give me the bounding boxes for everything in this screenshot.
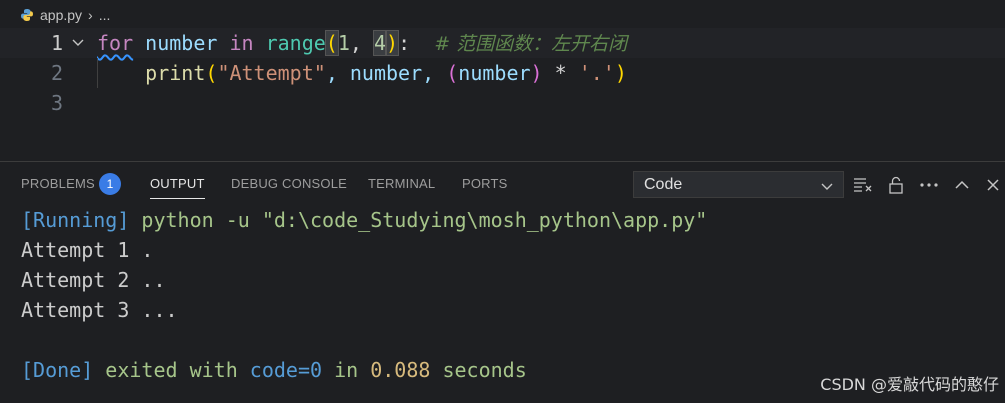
- line-number: 3: [50, 91, 63, 115]
- filter-list-icon[interactable]: [853, 175, 873, 195]
- output-result-line: Attempt 3 ...: [21, 298, 178, 322]
- tab-ports[interactable]: PORTS: [462, 176, 508, 191]
- breadcrumb-ellipsis[interactable]: ...: [99, 7, 111, 23]
- more-actions-icon[interactable]: [919, 175, 939, 195]
- lock-scroll-icon[interactable]: [886, 175, 906, 195]
- output-blank-line: [21, 325, 1001, 355]
- indent-guide: [97, 58, 98, 88]
- breadcrumb-file[interactable]: app.py: [40, 7, 82, 23]
- tab-debug-console[interactable]: DEBUG CONSOLE: [231, 176, 347, 191]
- tab-output[interactable]: OUTPUT: [150, 176, 205, 199]
- panel-header: PROBLEMS 1 OUTPUT DEBUG CONSOLE TERMINAL…: [0, 162, 1005, 206]
- tab-terminal[interactable]: TERMINAL: [368, 176, 435, 191]
- code-editor[interactable]: 1 for number in range(1, 4): # 范围函数：左开右闭…: [0, 28, 1005, 160]
- problems-count-badge: 1: [99, 173, 121, 195]
- output-channel-select[interactable]: Code: [633, 171, 844, 198]
- python-file-icon: [20, 8, 34, 22]
- line-number: 1: [50, 31, 63, 55]
- output-running-line: [Running] python -u "d:\code_Studying\mo…: [21, 208, 708, 232]
- output-content[interactable]: [Running] python -u "d:\code_Studying\mo…: [21, 205, 1001, 385]
- chevron-down-icon: [821, 179, 833, 191]
- code-text: for number in range(1, 4): # 范围函数：左开右闭: [97, 30, 628, 56]
- breadcrumb-separator-icon: ›: [88, 7, 93, 23]
- tab-problems[interactable]: PROBLEMS: [21, 176, 95, 191]
- output-channel-value: Code: [644, 175, 683, 193]
- code-line-1[interactable]: 1 for number in range(1, 4): # 范围函数：左开右闭: [0, 28, 1005, 58]
- output-result-line: Attempt 1 .: [21, 238, 154, 262]
- code-text: print("Attempt", number, (number) * '.'): [145, 61, 627, 85]
- output-result-line: Attempt 2 ..: [21, 268, 166, 292]
- code-line-3[interactable]: 3: [0, 88, 1005, 118]
- maximize-panel-chevron-up-icon[interactable]: [952, 175, 972, 195]
- line-number: 2: [50, 61, 63, 85]
- close-panel-icon[interactable]: [983, 175, 1003, 195]
- code-comment: # 范围函数：左开右闭: [434, 33, 628, 55]
- watermark: CSDN @爱敲代码的憨仔: [820, 375, 999, 394]
- breadcrumb: app.py › ...: [0, 0, 1005, 30]
- code-line-2[interactable]: 2 print("Attempt", number, (number) * '.…: [0, 58, 1005, 88]
